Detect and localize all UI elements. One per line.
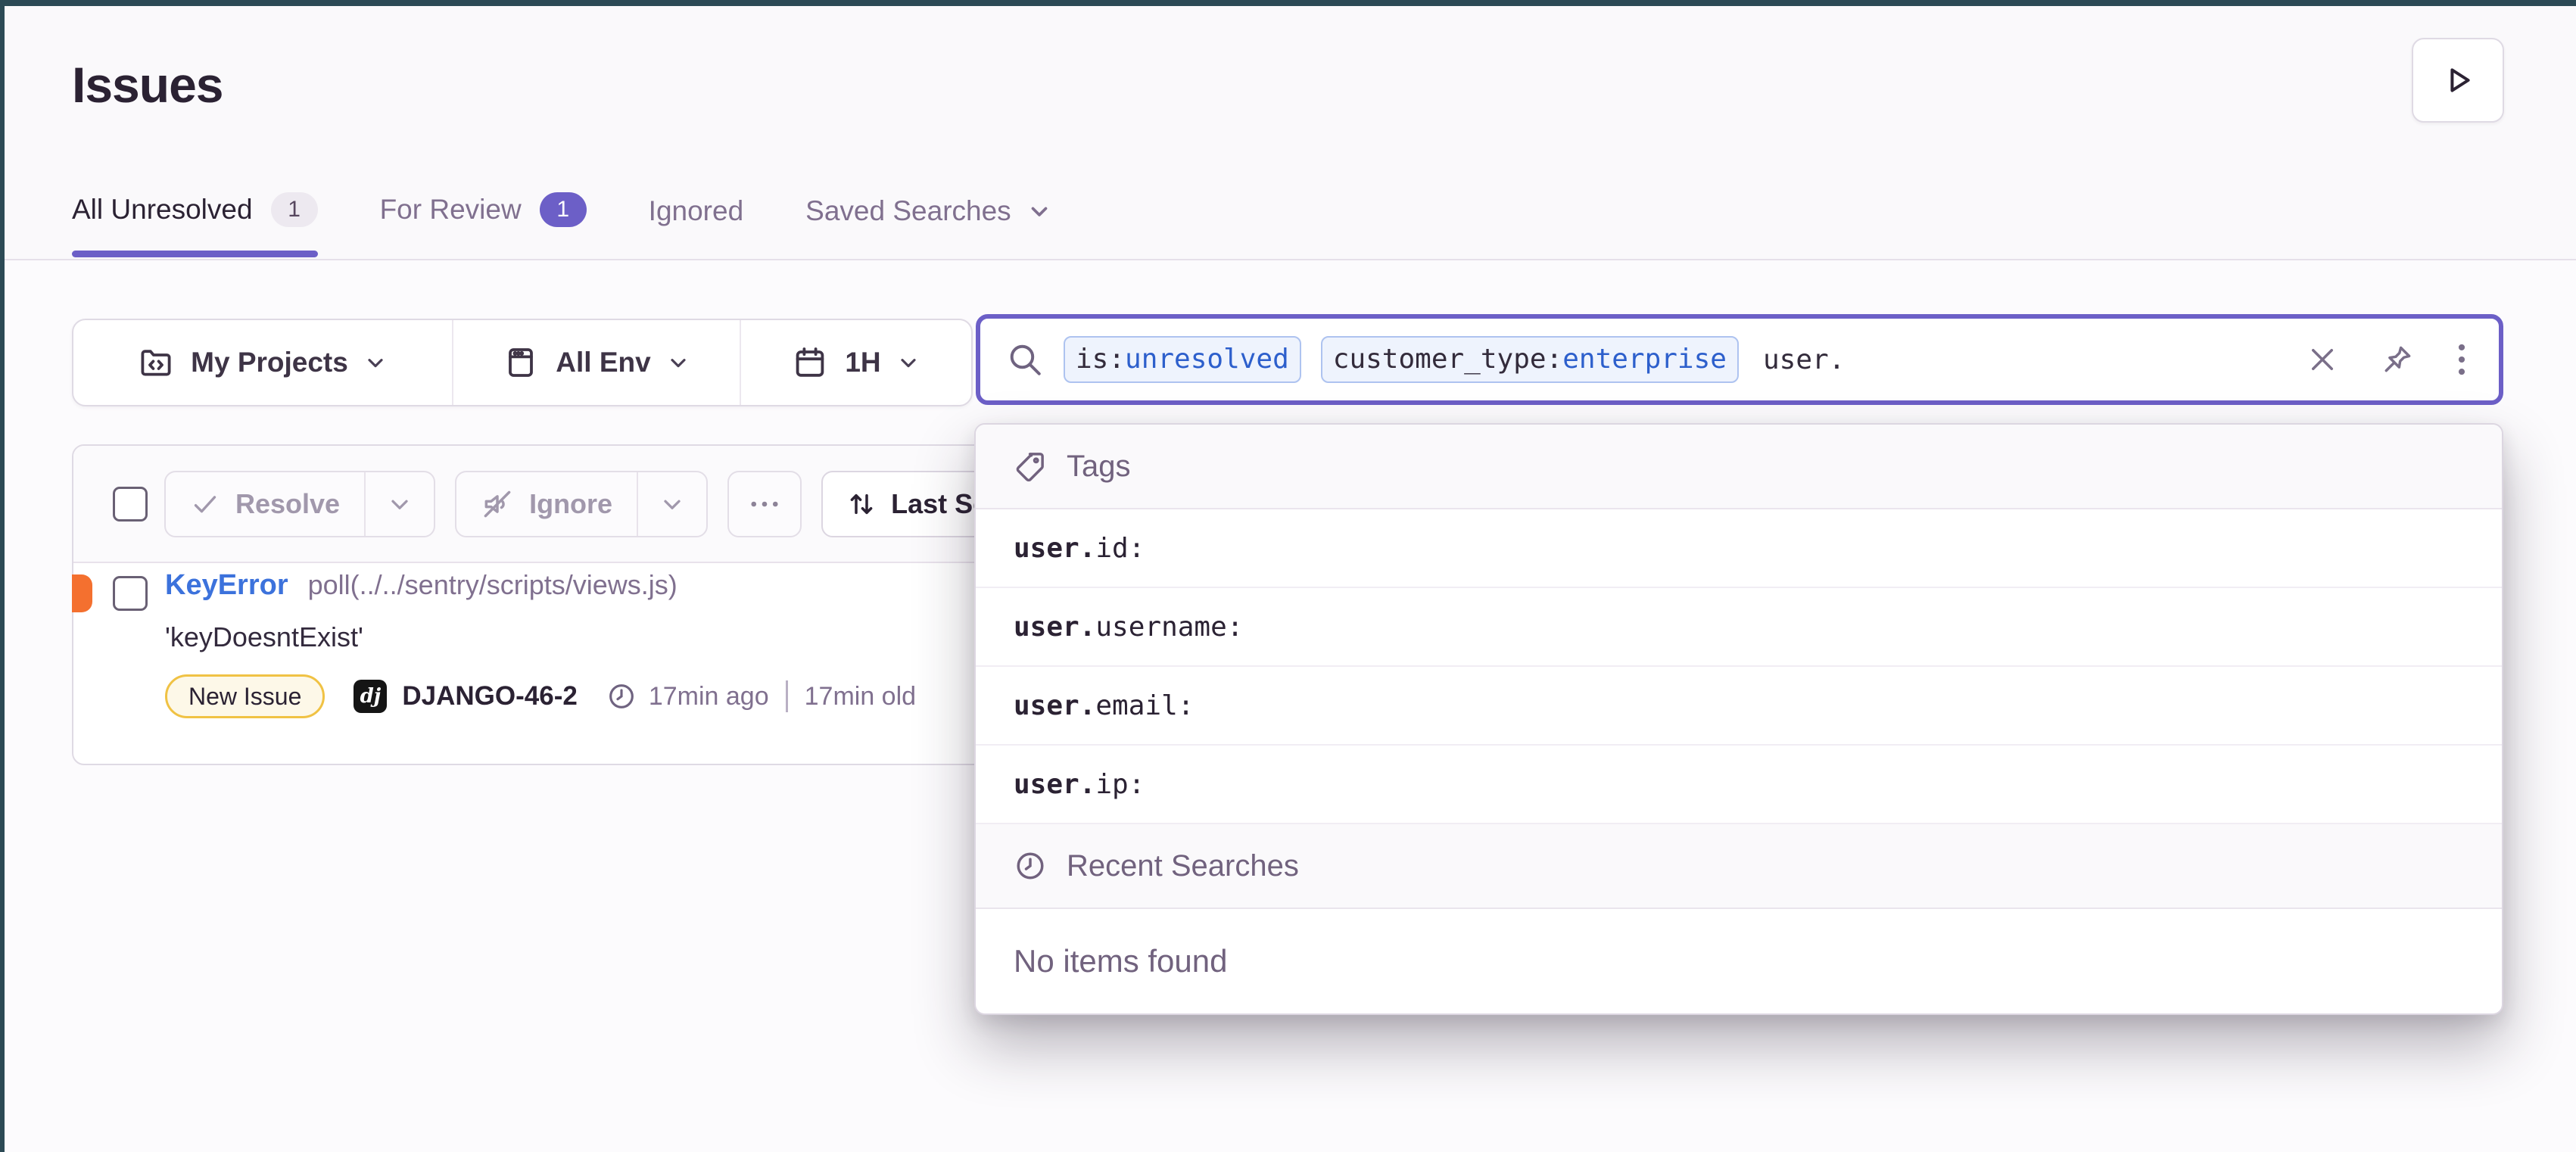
page-title: Issues: [72, 56, 223, 114]
token-key: customer_type:: [1333, 345, 1562, 374]
search-token-customer-type[interactable]: customer_type:enterprise: [1321, 336, 1739, 383]
issue-age: 17min old: [805, 682, 916, 711]
tab-label: Saved Searches: [805, 195, 1011, 227]
search-typed-text: user.: [1763, 344, 1845, 375]
tab-count-badge: 1: [271, 192, 318, 227]
checkmark-icon: [190, 489, 220, 519]
calendar-icon: [792, 344, 828, 381]
error-level-indicator: [72, 574, 92, 612]
token-key: is:: [1076, 345, 1125, 374]
recent-searches-label: Recent Searches: [1067, 849, 1299, 883]
issue-title-link[interactable]: KeyError: [165, 569, 288, 602]
search-actions: [2307, 343, 2467, 376]
chevron-down-icon: [1026, 198, 1052, 224]
tab-all-unresolved[interactable]: All Unresolved 1: [72, 192, 318, 260]
issues-page: Issues All Unresolved 1 For Review 1 Ign…: [0, 0, 2576, 1152]
sort-arrows-icon: [846, 488, 877, 520]
chevron-down-icon: [363, 350, 388, 375]
search-token-is-unresolved[interactable]: is:unresolved: [1064, 336, 1301, 383]
mute-icon: [481, 487, 514, 521]
issue-times: 17min ago 17min old: [606, 680, 916, 712]
chevron-down-icon: [896, 350, 920, 375]
search-icon: [1006, 341, 1044, 378]
chevron-down-icon: [666, 350, 690, 375]
tag-icon: [1014, 450, 1047, 483]
project-filter-dropdown[interactable]: My Projects: [73, 320, 452, 405]
time-range-label: 1H: [845, 347, 880, 378]
resolve-button[interactable]: Resolve: [166, 472, 364, 536]
suggestion-rest: ip:: [1095, 769, 1145, 800]
suggestion-rest: id:: [1095, 533, 1145, 564]
tag-suggestion-user-username[interactable]: user.username:: [976, 588, 2502, 667]
ellipsis-icon: [748, 500, 781, 509]
issue-select-checkbox[interactable]: [113, 576, 148, 611]
django-project-icon: dj: [354, 680, 387, 713]
resolve-dropdown-caret[interactable]: [364, 472, 434, 536]
page-filter-bar: My Projects All Env: [72, 319, 973, 406]
tab-label: All Unresolved: [72, 194, 253, 226]
window-edge-left: [0, 0, 5, 1152]
issue-short-id[interactable]: DJANGO-46-2: [402, 681, 577, 711]
page-header: Issues All Unresolved 1 For Review 1 Ign…: [5, 6, 2576, 260]
meta-separator: [786, 680, 788, 712]
search-autocomplete-dropdown: Tags user.id: user.username: user.email:…: [974, 423, 2503, 1015]
token-value: enterprise: [1562, 345, 1727, 374]
clock-icon: [1014, 849, 1047, 883]
recent-searches-section-header: Recent Searches: [976, 824, 2502, 909]
issue-search-input[interactable]: is:unresolved customer_type:enterprise u…: [976, 314, 2503, 405]
select-all-checkbox[interactable]: [113, 487, 148, 522]
ignore-button-group: Ignore: [455, 471, 708, 537]
no-items-found-message: No items found: [976, 909, 2502, 1013]
tag-suggestion-user-ip[interactable]: user.ip:: [976, 746, 2502, 824]
issue-last-seen: 17min ago: [649, 682, 769, 711]
play-icon: [2440, 62, 2476, 98]
window-edge-top: [0, 0, 2576, 6]
ignore-dropdown-caret[interactable]: [637, 472, 706, 536]
resolve-button-group: Resolve: [164, 471, 435, 537]
suggestion-rest: username:: [1095, 612, 1243, 643]
environment-filter-label: All Env: [556, 347, 650, 378]
tab-for-review[interactable]: For Review 1: [380, 192, 587, 260]
kebab-menu-icon[interactable]: [2456, 343, 2467, 376]
tags-header-label: Tags: [1067, 450, 1131, 484]
suggestion-match: user.: [1014, 533, 1095, 564]
tab-ignored[interactable]: Ignored: [649, 195, 744, 260]
more-actions-button[interactable]: [727, 471, 802, 537]
tag-suggestion-user-id[interactable]: user.id:: [976, 509, 2502, 588]
tab-label: For Review: [380, 194, 522, 226]
tab-count-badge: 1: [540, 192, 587, 227]
resolve-label: Resolve: [235, 488, 340, 520]
tags-section-header: Tags: [976, 425, 2502, 509]
clock-icon: [606, 681, 637, 711]
tab-saved-searches[interactable]: Saved Searches: [805, 195, 1052, 260]
suggestion-match: user.: [1014, 612, 1095, 643]
environment-filter-dropdown[interactable]: All Env: [452, 320, 741, 405]
ignore-label: Ignore: [529, 488, 612, 520]
suggestion-rest: email:: [1095, 690, 1194, 721]
issue-culprit: poll(../../sentry/scripts/views.js): [308, 569, 677, 601]
suggestion-match: user.: [1014, 769, 1095, 800]
time-range-filter-dropdown[interactable]: 1H: [741, 320, 971, 405]
ignore-button[interactable]: Ignore: [456, 472, 637, 536]
pin-search-icon[interactable]: [2381, 343, 2414, 376]
project-filter-label: My Projects: [191, 347, 348, 378]
tag-suggestion-user-email[interactable]: user.email:: [976, 667, 2502, 746]
new-issue-badge: New Issue: [165, 674, 325, 718]
issue-stream-tabs: All Unresolved 1 For Review 1 Ignored Sa…: [72, 192, 1052, 260]
suggestion-match: user.: [1014, 690, 1095, 721]
replay-tour-button[interactable]: [2412, 38, 2504, 123]
token-value: unresolved: [1125, 345, 1289, 374]
projects-icon: [138, 344, 174, 381]
clear-search-icon[interactable]: [2307, 344, 2338, 375]
active-tab-underline: [72, 251, 318, 257]
environment-icon: [503, 344, 539, 381]
tab-label: Ignored: [649, 195, 744, 227]
